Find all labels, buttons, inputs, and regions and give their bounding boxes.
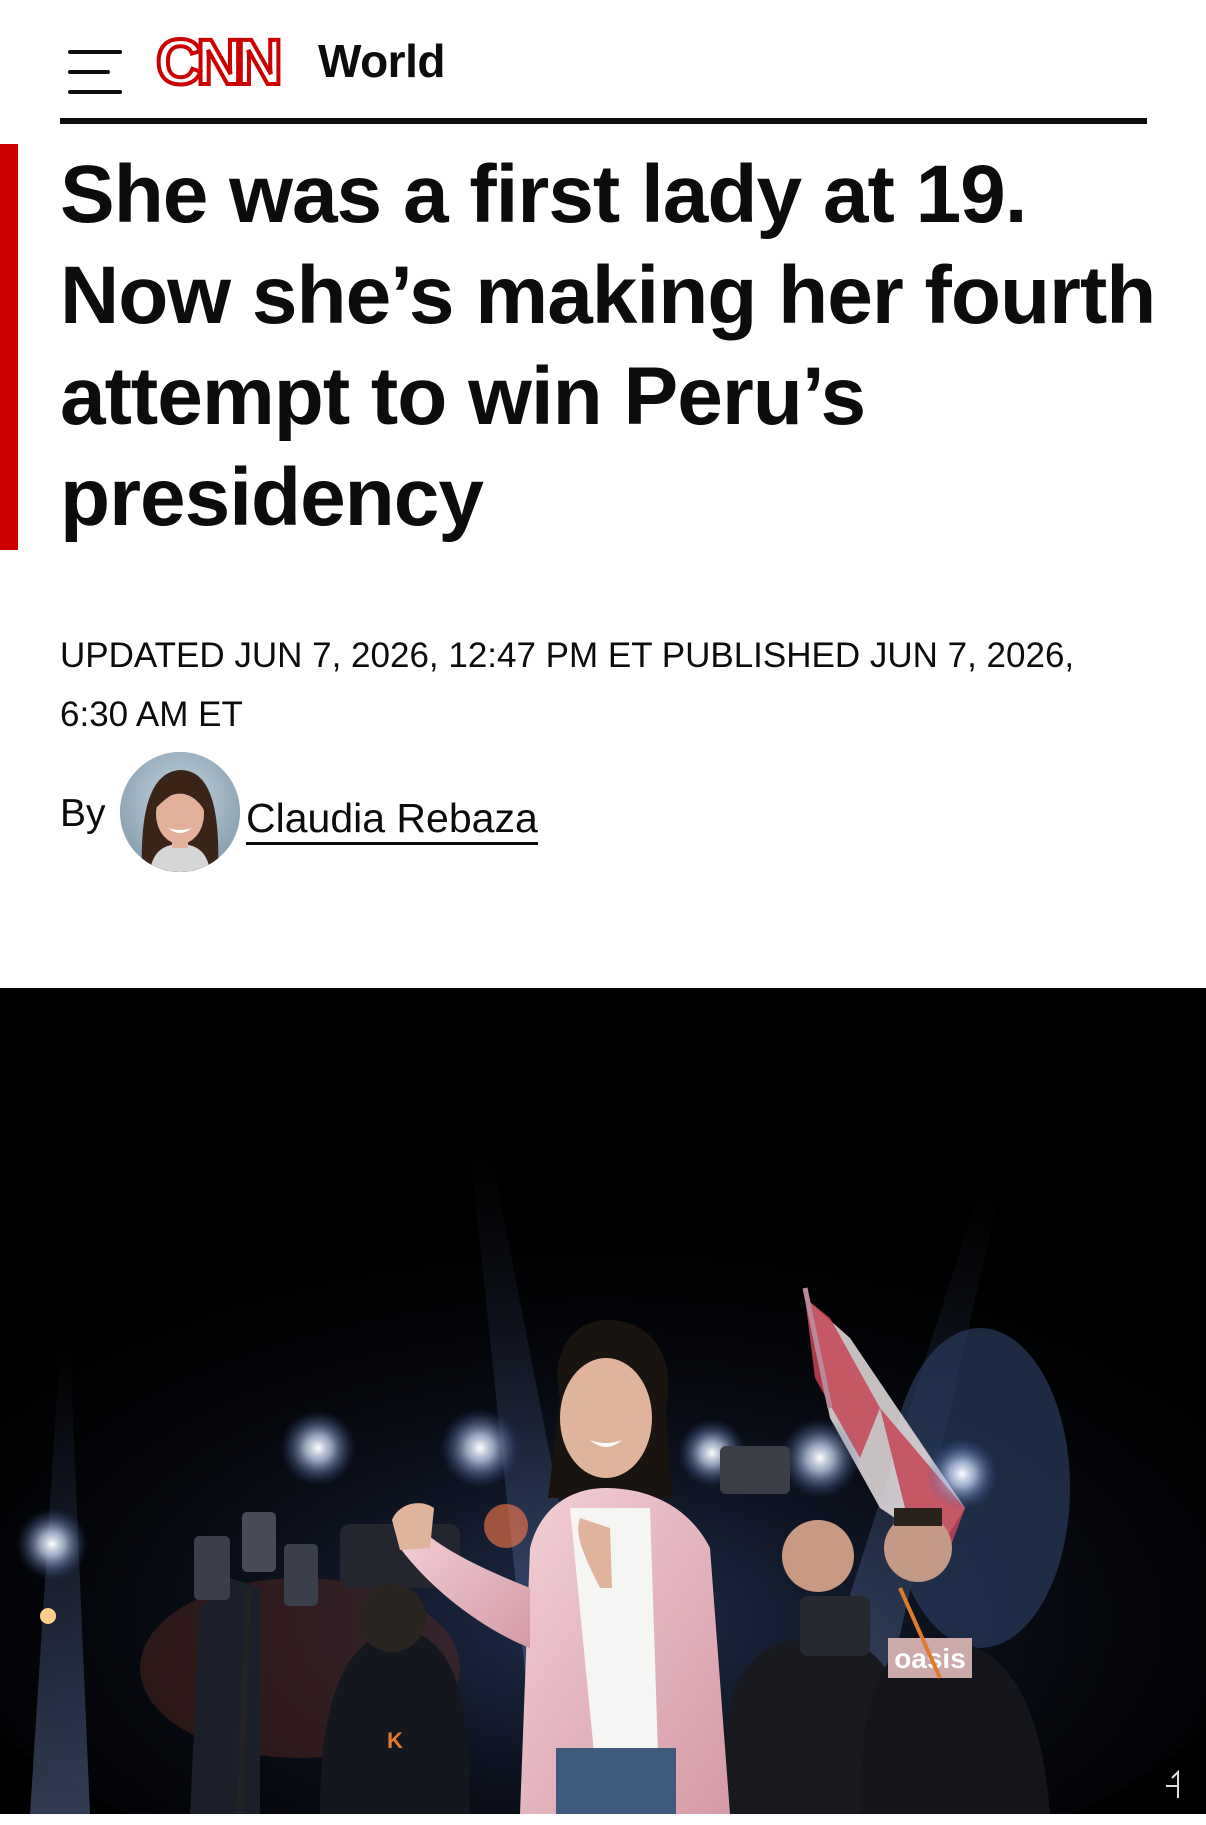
header-divider xyxy=(60,118,1147,124)
headline-accent-bar xyxy=(0,144,18,550)
author-name-link[interactable]: Claudia Rebaza xyxy=(246,796,538,845)
article-headline: She was a first lady at 19. Now she’s ma… xyxy=(60,149,1156,543)
svg-text:K: K xyxy=(387,1728,403,1753)
article-timestamp: UPDATED JUN 7, 2026, 12:47 PM ET PUBLISH… xyxy=(60,626,1150,744)
byline: By Claudia Rebaza xyxy=(60,752,760,874)
svg-text:CNN: CNN xyxy=(156,26,278,96)
section-label[interactable]: World xyxy=(318,34,445,88)
author-avatar[interactable] xyxy=(120,752,240,872)
site-header: CNN World xyxy=(60,20,1146,120)
hero-photo[interactable]: K oasis xyxy=(0,988,1206,1814)
hamburger-menu-icon[interactable] xyxy=(68,34,124,94)
cnn-logo[interactable]: CNN xyxy=(154,26,298,96)
updated-timestamp: UPDATED JUN 7, 2026, 12:47 PM ET xyxy=(60,636,652,675)
by-label: By xyxy=(60,792,106,835)
